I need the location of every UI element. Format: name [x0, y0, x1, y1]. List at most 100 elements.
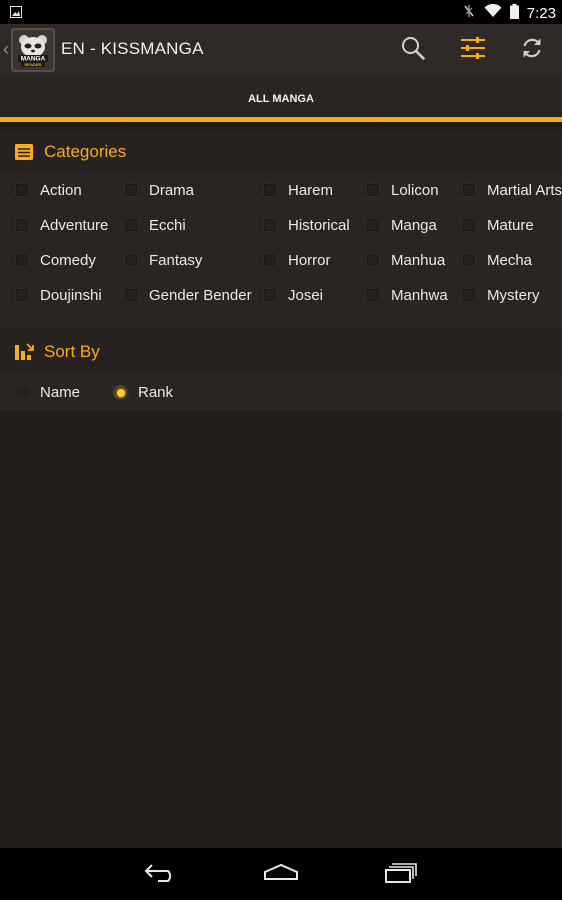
checkbox[interactable]	[124, 288, 138, 302]
category-label: Comedy	[40, 251, 96, 269]
filter-icon	[460, 36, 486, 65]
sort-option-label: Name	[40, 383, 81, 401]
signal-off-icon	[462, 3, 476, 24]
sort-by-header: Sort By	[0, 330, 562, 374]
sort-icon	[14, 342, 34, 362]
category-checkbox[interactable]: Horror	[263, 248, 331, 272]
checkbox[interactable]	[462, 253, 476, 267]
checkbox[interactable]	[366, 288, 380, 302]
action-bar: ‹ MANGA READER EN - KISSMANGA	[0, 24, 562, 76]
category-checkbox[interactable]: Mystery	[462, 283, 540, 307]
battery-icon	[509, 3, 519, 24]
category-checkbox[interactable]: Historical	[263, 213, 350, 237]
category-checkbox[interactable]: Lolicon	[366, 178, 439, 202]
filter-button[interactable]	[455, 32, 491, 68]
category-checkbox[interactable]: Mature	[462, 213, 534, 237]
checkbox[interactable]	[263, 288, 277, 302]
nav-back-button[interactable]	[137, 858, 185, 890]
checkbox[interactable]	[263, 218, 277, 232]
categories-header: Categories	[0, 130, 562, 174]
checkbox[interactable]	[124, 183, 138, 197]
nav-recent-apps-button[interactable]	[377, 858, 425, 890]
category-checkbox[interactable]: Mecha	[462, 248, 532, 272]
back-icon	[144, 862, 178, 887]
nav-home-button[interactable]	[257, 858, 305, 890]
category-checkbox[interactable]: Doujinshi	[15, 283, 102, 307]
up-caret-icon[interactable]: ‹	[3, 37, 9, 61]
category-label: Josei	[288, 286, 324, 304]
wifi-icon	[484, 3, 502, 23]
category-checkbox[interactable]: Drama	[124, 178, 194, 202]
sort-by-panel: Name Rank	[0, 373, 562, 411]
category-label: Drama	[149, 181, 195, 199]
categories-panel: Action Adventure Comedy Doujinshi Drama …	[0, 172, 562, 330]
tab-shadow	[0, 122, 562, 128]
checkbox[interactable]	[462, 288, 476, 302]
radio-button-selected[interactable]	[113, 385, 127, 399]
checkbox[interactable]	[366, 183, 380, 197]
category-checkbox[interactable]: Josei	[263, 283, 323, 307]
category-label: Harem	[288, 181, 334, 199]
checkbox[interactable]	[366, 253, 380, 267]
category-label: Lolicon	[391, 181, 439, 199]
checkbox[interactable]	[462, 183, 476, 197]
refresh-icon	[520, 36, 544, 65]
checkbox[interactable]	[15, 218, 29, 232]
category-label: Manhua	[391, 251, 446, 269]
category-checkbox[interactable]: Manhua	[366, 248, 445, 272]
category-label: Gender Bender	[149, 286, 252, 304]
category-label: Horror	[288, 251, 331, 269]
category-checkbox[interactable]: Manga	[366, 213, 437, 237]
checkbox[interactable]	[263, 183, 277, 197]
radio-button[interactable]	[15, 385, 29, 399]
category-label: Action	[40, 181, 82, 199]
list-icon	[14, 142, 34, 162]
search-button[interactable]	[395, 32, 431, 68]
recent-apps-icon	[384, 861, 418, 888]
category-label: Doujinshi	[40, 286, 102, 304]
category-checkbox[interactable]: Gender Bender	[124, 283, 252, 307]
category-label: Manhwa	[391, 286, 448, 304]
clock: 7:23	[526, 4, 556, 22]
tab-bar: ALL MANGA	[0, 76, 562, 122]
checkbox[interactable]	[366, 218, 380, 232]
app-title: EN - KISSMANGA	[61, 39, 204, 58]
category-label: Historical	[288, 216, 350, 234]
navigation-bar	[0, 848, 562, 900]
category-checkbox[interactable]: Action	[15, 178, 82, 202]
image-notification-icon	[10, 5, 22, 23]
checkbox[interactable]	[263, 253, 277, 267]
sort-by-title: Sort By	[44, 342, 100, 361]
category-label: Adventure	[40, 216, 109, 234]
category-checkbox[interactable]: Fantasy	[124, 248, 202, 272]
tab-all-manga[interactable]: ALL MANGA	[0, 93, 562, 105]
search-icon	[400, 35, 426, 66]
category-label: Martial Arts	[487, 181, 562, 199]
sort-option-name[interactable]: Name	[15, 381, 80, 403]
category-label: Manga	[391, 216, 437, 234]
category-checkbox[interactable]: Adventure	[15, 213, 108, 237]
checkbox[interactable]	[462, 218, 476, 232]
category-checkbox[interactable]: Manhwa	[366, 283, 448, 307]
home-icon	[263, 862, 299, 887]
status-bar: 7:23	[0, 0, 562, 24]
category-checkbox[interactable]: Martial Arts	[462, 178, 562, 202]
category-label: Mecha	[487, 251, 533, 269]
sort-option-label: Rank	[138, 383, 174, 401]
checkbox[interactable]	[124, 218, 138, 232]
app-logo[interactable]: MANGA READER	[11, 28, 55, 72]
checkbox[interactable]	[15, 288, 29, 302]
category-label: Mystery	[487, 286, 540, 304]
refresh-button[interactable]	[514, 32, 550, 68]
checkbox[interactable]	[15, 253, 29, 267]
svg-text:READER: READER	[25, 62, 42, 67]
category-checkbox[interactable]: Ecchi	[124, 213, 186, 237]
checkbox[interactable]	[15, 183, 29, 197]
category-label: Ecchi	[149, 216, 186, 234]
category-checkbox[interactable]: Comedy	[15, 248, 96, 272]
sort-option-rank[interactable]: Rank	[113, 381, 173, 403]
checkbox[interactable]	[124, 253, 138, 267]
category-label: Fantasy	[149, 251, 203, 269]
category-checkbox[interactable]: Harem	[263, 178, 333, 202]
categories-title: Categories	[44, 142, 127, 161]
